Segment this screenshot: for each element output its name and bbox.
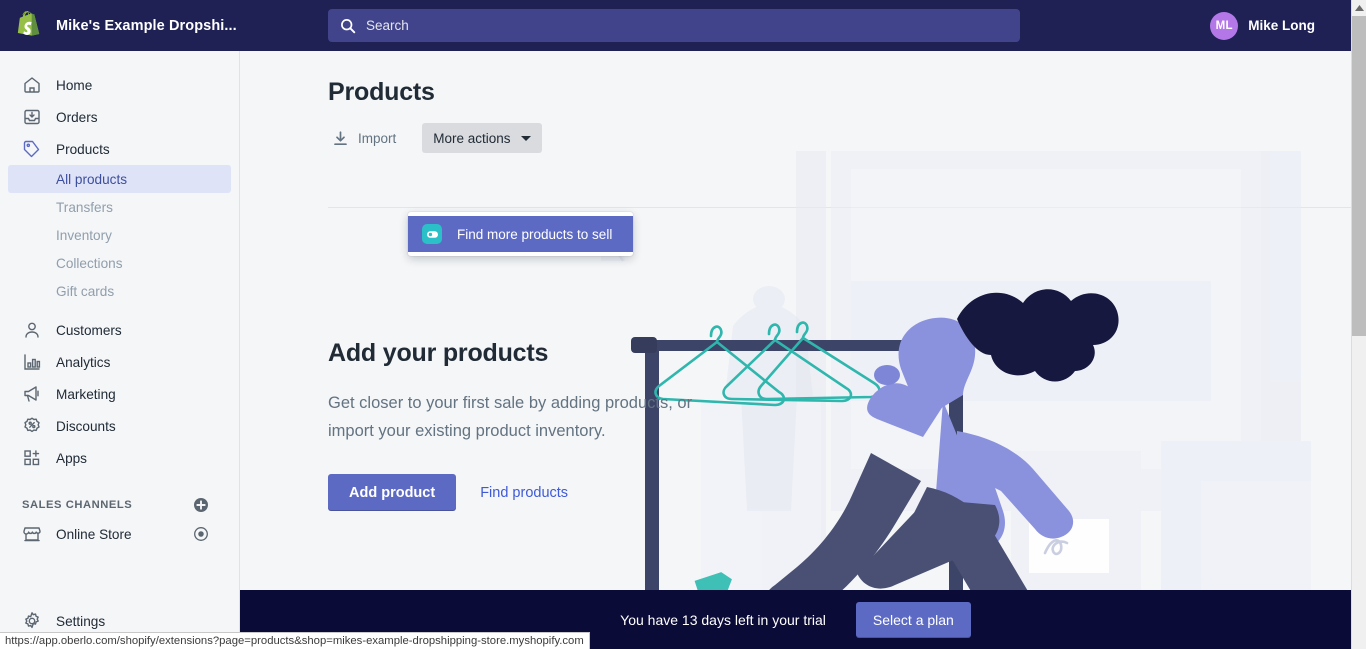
add-product-button[interactable]: Add product	[328, 474, 457, 511]
plus-circle-icon[interactable]	[193, 497, 209, 513]
user-name: Mike Long	[1248, 18, 1315, 33]
sidebar-item-orders[interactable]: Orders	[8, 101, 231, 133]
sidebar-item-label: Home	[56, 77, 93, 93]
sidebar-item-discounts[interactable]: Discounts	[8, 410, 231, 442]
user-menu[interactable]: ML Mike Long	[1210, 0, 1315, 51]
sidebar-item-transfers[interactable]: Transfers	[8, 193, 231, 221]
sidebar-subitem-label: Inventory	[56, 227, 112, 243]
sidebar-item-home[interactable]: Home	[8, 69, 231, 101]
page-actions: Import More actions	[240, 107, 1351, 153]
sidebar-item-label: Marketing	[56, 386, 116, 402]
customer-person-icon	[25, 322, 39, 338]
find-products-link[interactable]: Find products	[480, 485, 568, 501]
search-icon	[341, 18, 356, 33]
sidebar-item-analytics[interactable]: Analytics	[8, 346, 231, 378]
sidebar-subitem-label: Gift cards	[56, 283, 115, 299]
sidebar-item-marketing[interactable]: Marketing	[8, 378, 231, 410]
sidebar-item-all-products[interactable]: All products	[8, 165, 231, 193]
sidebar-item-label: Orders	[56, 109, 98, 125]
apps-grid-plus-icon	[24, 450, 40, 466]
sales-channels-header: SALES CHANNELS	[8, 492, 231, 518]
sidebar-item-label: Online Store	[56, 526, 132, 542]
select-a-plan-button[interactable]: Select a plan	[855, 601, 971, 638]
sidebar-item-label: Customers	[56, 322, 122, 338]
page-scrollbar[interactable]	[1351, 0, 1366, 649]
empty-state-heading: Add your products	[328, 339, 549, 367]
sidebar-item-label: Analytics	[56, 354, 111, 370]
discount-percent-icon	[24, 417, 40, 433]
sidebar-item-label: Apps	[56, 450, 87, 466]
sidebar-item-online-store[interactable]: Online Store	[8, 518, 231, 550]
shopify-admin-window: Mike's Example Dropshi... Search ML Mike…	[0, 0, 1366, 649]
sidebar: Home Orders Products All products Transf…	[0, 51, 240, 649]
orders-inbox-icon	[24, 109, 40, 125]
more-actions-button[interactable]: More actions	[422, 123, 542, 153]
search-container: Search	[328, 9, 1020, 42]
top-bar: Mike's Example Dropshi... Search ML Mike…	[0, 0, 1351, 51]
shopify-bag-icon	[17, 10, 40, 36]
sidebar-item-label: Products	[56, 141, 110, 157]
more-actions-label: More actions	[433, 130, 511, 146]
sales-channels-label: SALES CHANNELS	[22, 499, 133, 511]
eye-icon[interactable]	[193, 526, 209, 542]
main-content: Products Import More actions Find more p…	[240, 51, 1351, 649]
avatar: ML	[1210, 11, 1239, 40]
menu-item-label: Find more products to sell	[457, 226, 613, 242]
gear-icon	[25, 612, 39, 629]
chevron-down-icon	[520, 135, 531, 141]
sidebar-item-apps[interactable]: Apps	[8, 442, 231, 474]
search-placeholder: Search	[366, 18, 409, 33]
import-button[interactable]: Import	[328, 126, 400, 151]
status-bar-url: https://app.oberlo.com/shopify/extension…	[5, 635, 584, 647]
import-label: Import	[358, 130, 397, 146]
empty-state-actions: Add product Find products	[328, 474, 728, 511]
search-input[interactable]: Search	[328, 9, 1020, 42]
more-actions-dropdown: Find more products to sell	[408, 212, 633, 256]
sidebar-item-products[interactable]: Products	[8, 133, 231, 165]
scroll-up-arrow-icon[interactable]	[1352, 0, 1366, 16]
marketing-megaphone-icon	[24, 386, 39, 402]
empty-state: Add your products Get closer to your fir…	[328, 339, 728, 511]
empty-state-body: Get closer to your first sale by adding …	[328, 394, 693, 440]
download-arrow-icon	[334, 130, 347, 145]
sidebar-item-label: Discounts	[56, 418, 116, 434]
home-icon	[24, 77, 40, 93]
page-title: Products	[328, 78, 435, 106]
analytics-bar-chart-icon	[24, 354, 41, 370]
sidebar-subitem-label: Transfers	[56, 199, 113, 215]
store-brand[interactable]: Mike's Example Dropshi...	[0, 10, 240, 41]
sidebar-subitem-label: Collections	[56, 255, 123, 271]
product-tag-icon	[23, 140, 40, 158]
trial-message: You have 13 days left in your trial	[620, 611, 826, 628]
sidebar-item-collections[interactable]: Collections	[8, 249, 231, 277]
store-name: Mike's Example Dropshi...	[56, 17, 237, 34]
scrollbar-thumb[interactable]	[1352, 16, 1366, 336]
sidebar-subitem-label: All products	[56, 171, 128, 187]
menu-item-find-more-products[interactable]: Find more products to sell	[408, 216, 633, 252]
oberlo-icon	[422, 224, 442, 244]
sidebar-item-inventory[interactable]: Inventory	[8, 221, 231, 249]
sidebar-item-gift-cards[interactable]: Gift cards	[8, 277, 231, 305]
storefront-icon	[23, 527, 41, 542]
status-bar: https://app.oberlo.com/shopify/extension…	[0, 632, 590, 649]
sidebar-item-label: Settings	[56, 613, 106, 629]
sidebar-item-customers[interactable]: Customers	[8, 314, 231, 346]
